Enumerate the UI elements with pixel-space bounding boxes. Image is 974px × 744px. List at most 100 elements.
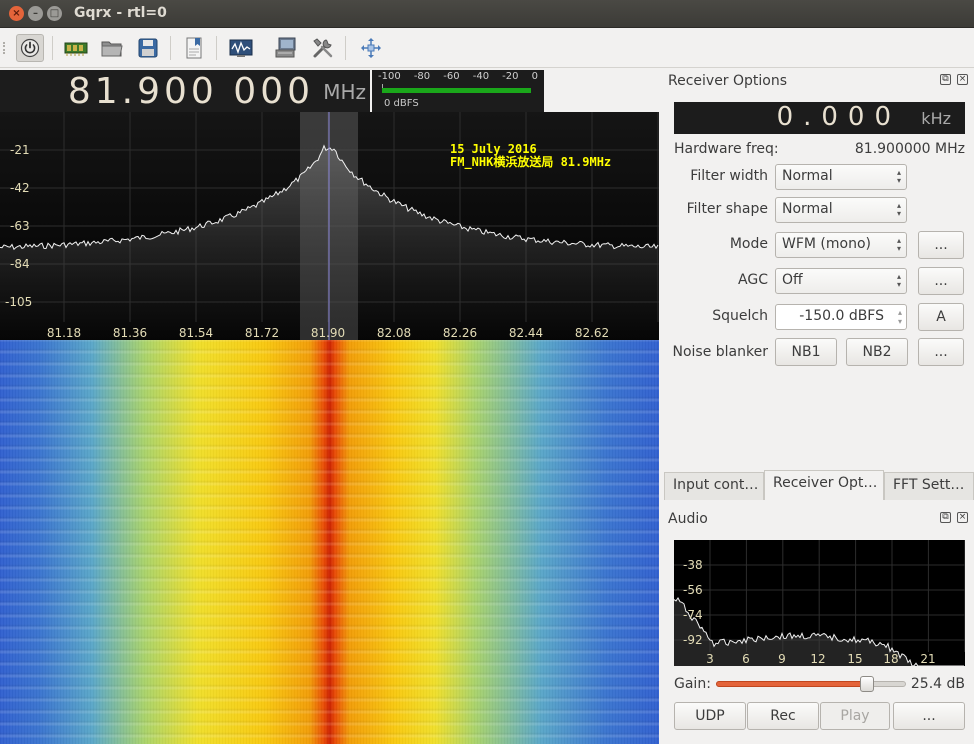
squelch-auto-button[interactable]: A [918, 303, 964, 331]
maximize-window-button[interactable]: □ [47, 6, 62, 21]
noise-blanker-options-button[interactable]: ... [918, 338, 964, 366]
save-settings-button[interactable] [134, 34, 162, 62]
x-axis-ticks: 81.18 81.36 81.54 81.72 81.90 82.08 82.2… [47, 326, 609, 340]
io-devices-button[interactable] [62, 34, 90, 62]
spectrum-svg[interactable]: -21 -42 -63 -84 -105 81.18 81.36 81.54 8… [0, 112, 659, 340]
remote-control-button[interactable] [273, 34, 301, 62]
squelch-value: -150.0 dBFS [799, 308, 884, 324]
audio-x-tick: 9 [778, 652, 786, 666]
frequency-digits[interactable]: 81.900 000 [68, 71, 314, 112]
udp-stream-button[interactable]: UDP [674, 702, 746, 730]
meter-tick: -60 [443, 71, 460, 82]
y-tick-label: -84 [10, 257, 30, 271]
float-dock-icon[interactable]: ⧉ [940, 512, 951, 523]
audio-y-tick: -74 [683, 608, 703, 622]
audio-fft-svg: -38 -56 -74 -92 3 6 9 12 15 18 21 [673, 540, 966, 667]
title-bar: × – □ Gqrx - rtl=0 [0, 0, 974, 28]
close-window-button[interactable]: × [9, 6, 24, 21]
hardware-icon [64, 42, 88, 56]
nb1-toggle[interactable]: NB1 [775, 338, 837, 366]
bookmark-icon [186, 37, 202, 59]
meter-level-bar [382, 88, 531, 93]
mode-label: Mode [729, 236, 768, 252]
float-dock-icon[interactable]: ⧉ [940, 74, 951, 85]
waterfall-noise [0, 340, 659, 744]
receiver-dock-buttons: ⧉ × [940, 74, 970, 86]
receiver-options-title: Receiver Options [668, 73, 788, 89]
audio-gain-slider[interactable] [716, 676, 906, 692]
mode-value: WFM (mono) [782, 236, 871, 252]
save-icon [138, 38, 158, 58]
minimize-window-button[interactable]: – [28, 6, 43, 21]
agc-options-button[interactable]: ... [918, 267, 964, 295]
filter-shape-select[interactable]: Normal ▴ ▾ [775, 197, 907, 223]
squelch-label: Squelch [712, 308, 768, 324]
audio-x-tick: 12 [810, 652, 825, 666]
x-tick-label: 81.90 [311, 326, 345, 340]
waterfall-display[interactable] [0, 340, 659, 744]
x-tick-label: 82.08 [377, 326, 411, 340]
agc-label: AGC [738, 272, 768, 288]
x-tick-label: 82.44 [509, 326, 543, 340]
slider-handle[interactable] [860, 676, 874, 692]
audio-y-ticks: -38 -56 -74 -92 [683, 558, 703, 647]
dsp-plot-button[interactable] [227, 34, 255, 62]
spin-arrows-icon[interactable]: ▴ ▾ [898, 308, 902, 326]
y-tick-label: -21 [10, 143, 30, 157]
close-dock-icon[interactable]: × [957, 74, 968, 85]
mode-select[interactable]: WFM (mono) ▴ ▾ [775, 232, 907, 258]
offset-unit: kHz [921, 109, 951, 128]
start-dsp-button[interactable] [16, 34, 44, 62]
audio-options-button[interactable]: ... [893, 702, 965, 730]
audio-x-tick: 3 [706, 652, 714, 666]
frequency-unit: MHz [323, 80, 366, 104]
x-tick-label: 82.62 [575, 326, 609, 340]
chevron-updown-icon: ▴ ▾ [896, 168, 901, 185]
panadapter-plot[interactable]: -21 -42 -63 -84 -105 81.18 81.36 81.54 8… [0, 112, 659, 340]
record-button[interactable]: Rec [747, 702, 819, 730]
window-title: Gqrx - rtl=0 [74, 5, 167, 21]
bookmarks-button[interactable] [180, 34, 208, 62]
frequency-display[interactable]: 81.900 000 MHz [0, 70, 370, 112]
annotation-station: FM_NHK横浜放送局 81.9MHz [450, 154, 611, 170]
nb2-toggle[interactable]: NB2 [846, 338, 908, 366]
open-folder-icon [101, 41, 123, 57]
x-tick-label: 81.54 [179, 326, 213, 340]
chevron-updown-icon: ▴ ▾ [896, 272, 901, 289]
meter-unit-label: 0 dBFS [384, 98, 419, 109]
squelch-spinbox[interactable]: -150.0 dBFS ▴ ▾ [775, 304, 907, 330]
dock-tabs: Input cont… Receiver Opt… FFT Sett… [664, 470, 974, 500]
audio-y-tick: -56 [683, 583, 703, 597]
toolbar-separator [52, 36, 53, 60]
close-dock-icon[interactable]: × [957, 512, 968, 523]
tab-receiver-options[interactable]: Receiver Opt… [764, 470, 884, 500]
tools-icon [313, 38, 333, 58]
load-settings-button[interactable] [98, 34, 126, 62]
offset-digits[interactable]: 0.000 [777, 102, 901, 132]
play-button[interactable]: Play [820, 702, 890, 730]
y-tick-label: -42 [10, 181, 30, 195]
audio-fft-plot[interactable]: -38 -56 -74 -92 3 6 9 12 15 18 21 [673, 540, 966, 667]
settings-tools-button[interactable] [309, 34, 337, 62]
signal-meter: -100 -80 -60 -40 -20 0 0 dBFS [372, 70, 544, 112]
audio-x-tick: 15 [847, 652, 862, 666]
annotation-date: 15 July 2016 [450, 142, 537, 156]
tab-input-controls[interactable]: Input cont… [664, 472, 764, 500]
power-icon [20, 38, 40, 58]
audio-title: Audio [668, 511, 708, 527]
toolbar [0, 28, 974, 68]
tab-fft-settings[interactable]: FFT Sett… [884, 472, 974, 500]
meter-tick: -20 [502, 71, 519, 82]
toolbar-grip[interactable] [3, 42, 6, 54]
hardware-freq-label: Hardware freq: [674, 141, 779, 157]
filter-offset-display[interactable]: 0.000 kHz [674, 102, 965, 134]
filter-width-select[interactable]: Normal ▴ ▾ [775, 164, 907, 190]
gain-value: 25.4 dB [910, 676, 965, 692]
mode-options-button[interactable]: ... [918, 231, 964, 259]
chevron-updown-icon: ▴ ▾ [896, 236, 901, 253]
audio-y-tick: -38 [683, 558, 703, 572]
hardware-freq-value: 81.900000 MHz [854, 141, 965, 157]
agc-select[interactable]: Off ▴ ▾ [775, 268, 907, 294]
x-tick-label: 81.18 [47, 326, 81, 340]
fullscreen-button[interactable] [357, 34, 385, 62]
